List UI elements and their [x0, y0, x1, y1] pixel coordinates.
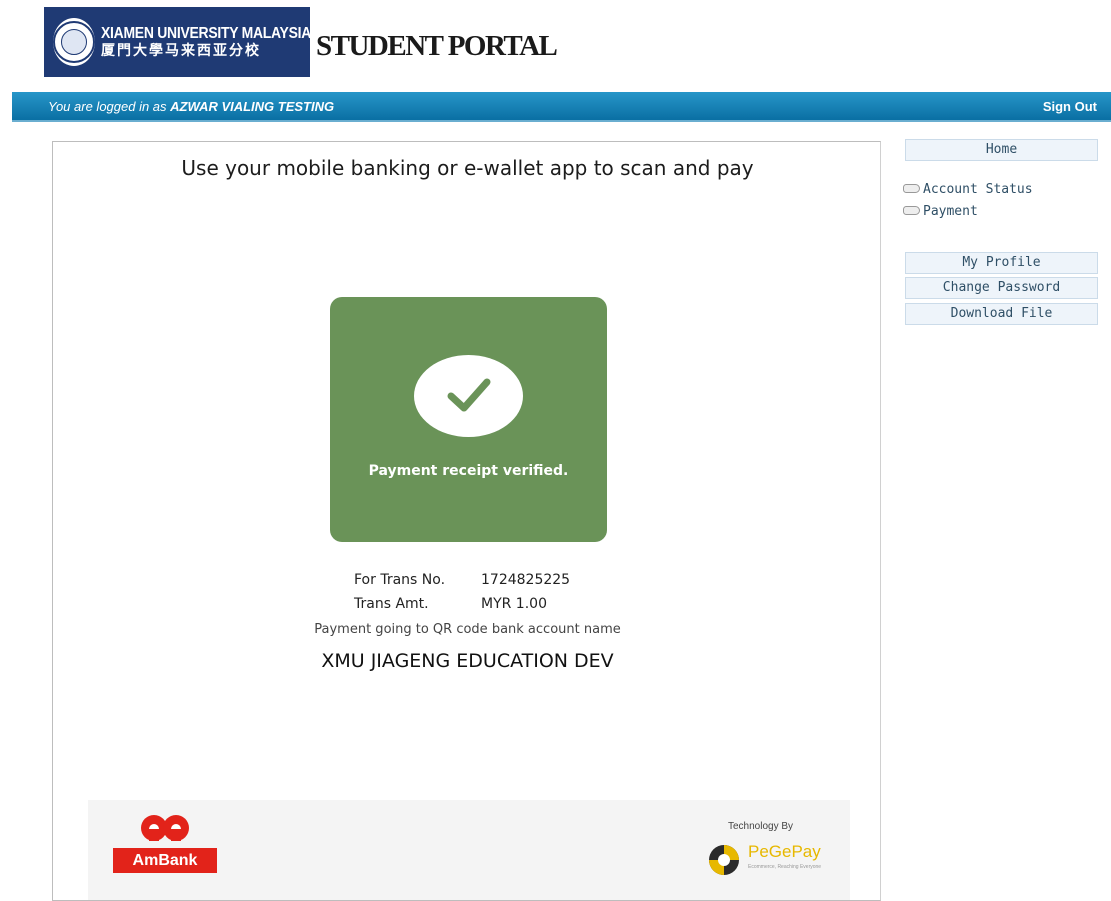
portal-title: STUDENT PORTAL	[316, 30, 558, 62]
trans-no-value: 1724825225	[481, 572, 571, 588]
trans-no-row: For Trans No. 1724825225	[53, 572, 882, 592]
login-info: You are logged in as AZWAR VIALING TESTI…	[48, 99, 334, 114]
payment-status-card: Payment receipt verified.	[330, 297, 607, 542]
top-bar: You are logged in as AZWAR VIALING TESTI…	[12, 92, 1111, 122]
scan-pay-heading: Use your mobile banking or e-wallet app …	[181, 156, 754, 180]
ambank-wordmark: AmBank	[113, 848, 217, 873]
download-file-button[interactable]: Download File	[905, 303, 1098, 325]
payment-destination-note: Payment going to QR code bank account na…	[314, 622, 621, 637]
trans-amt-row: Trans Amt. MYR 1.00	[53, 596, 882, 616]
logged-in-user: AZWAR VIALING TESTING	[170, 99, 335, 114]
ambank-logo: AmBank	[113, 812, 223, 873]
payment-status-text: Payment receipt verified.	[368, 463, 569, 479]
payment-footer: AmBank Technology By PeGePay Ecommerce, …	[88, 800, 850, 900]
logo-english-name: XIAMEN UNIVERSITY MALAYSIA	[101, 25, 312, 43]
payment-panel: Use your mobile banking or e-wallet app …	[52, 141, 881, 901]
sidebar-link-label: Account Status	[923, 182, 1033, 197]
pegepay-mark-icon	[709, 845, 739, 875]
my-profile-button[interactable]: My Profile	[905, 252, 1098, 274]
bank-account-name: XMU JIAGENG EDUCATION DEV	[321, 650, 614, 672]
ambank-mark-icon	[141, 815, 189, 841]
pegepay-tagline: Ecommerce, Reaching Everyone	[748, 864, 822, 870]
pegepay-logo: PeGePay Ecommerce, Reaching Everyone	[708, 840, 838, 878]
logo-chinese-name: 厦門大學马来西亚分校	[101, 42, 261, 59]
sidebar-link-payment[interactable]: Payment	[903, 204, 978, 219]
pegepay-wordmark: PeGePay	[748, 842, 821, 861]
sidebar-link-label: Payment	[923, 204, 978, 219]
sidebar-link-account-status[interactable]: Account Status	[903, 182, 1033, 197]
trans-no-label: For Trans No.	[354, 572, 446, 588]
bullet-tag-icon	[903, 184, 920, 193]
change-password-button[interactable]: Change Password	[905, 277, 1098, 299]
university-seal-icon	[53, 18, 95, 66]
login-prefix: You are logged in as	[48, 99, 167, 114]
trans-amt-label: Trans Amt.	[354, 596, 429, 612]
technology-by-label: Technology By	[728, 821, 794, 832]
bullet-tag-icon	[903, 206, 920, 215]
university-logo: XIAMEN UNIVERSITY MALAYSIA 厦門大學马来西亚分校	[44, 7, 312, 77]
sign-out-link[interactable]: Sign Out	[1043, 99, 1097, 114]
trans-amt-value: MYR 1.00	[481, 596, 547, 612]
home-button[interactable]: Home	[905, 139, 1098, 161]
check-icon	[414, 355, 523, 437]
